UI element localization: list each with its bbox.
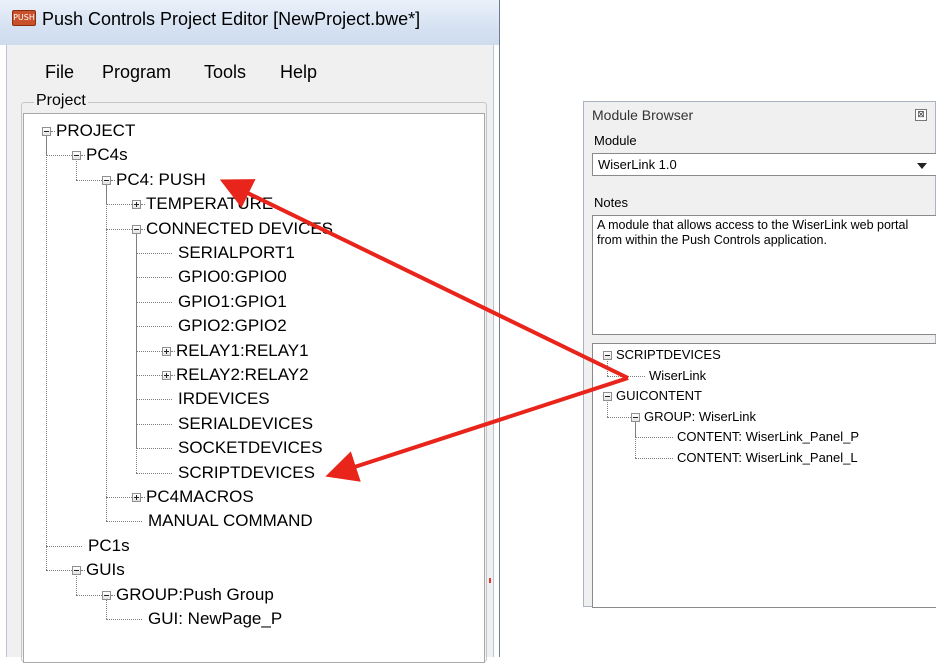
annotation-arrows [219, 179, 629, 482]
arrow-to-scriptdevices [325, 376, 629, 482]
arrow-to-pc4-push [219, 179, 629, 380]
